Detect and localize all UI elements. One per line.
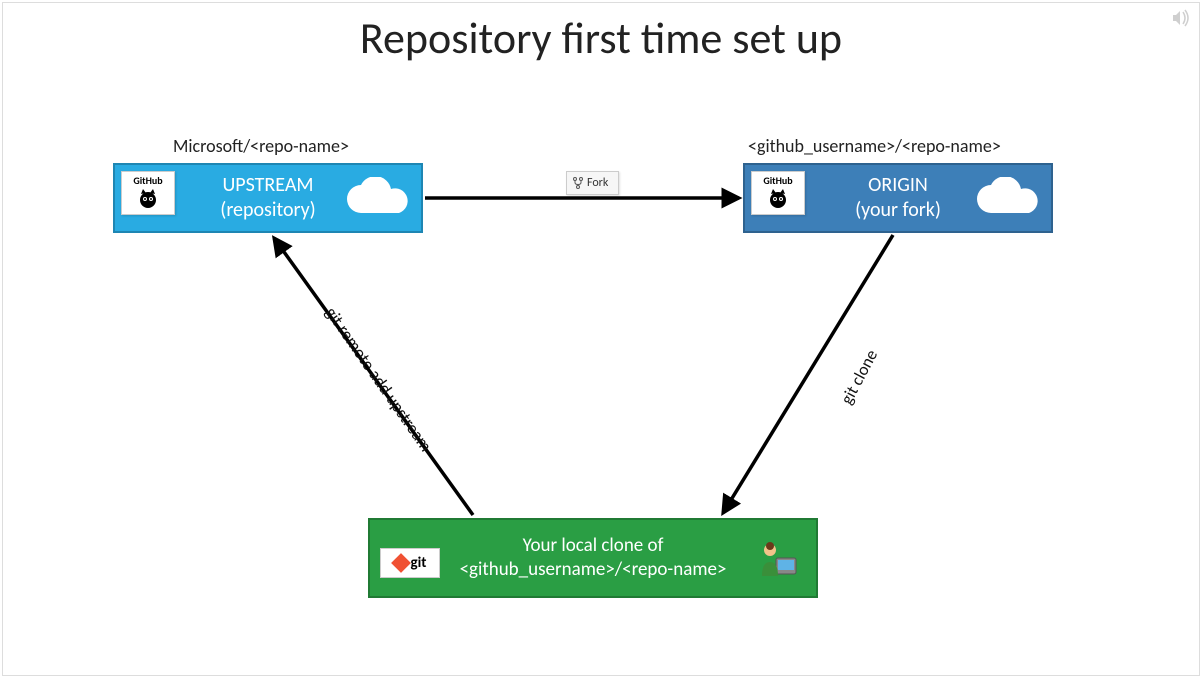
- git-badge-text: git: [411, 554, 427, 572]
- arrow-label-clone: git clone: [836, 346, 882, 408]
- octocat-icon: [133, 187, 163, 211]
- origin-path-label: <github_username>/<repo-name>: [748, 135, 1001, 157]
- upstream-path-label: Microsoft/<repo-name>: [173, 135, 349, 157]
- local-line2: <github_username>/<repo-name>: [460, 558, 727, 581]
- origin-line2: (your fork): [855, 198, 941, 222]
- fork-button[interactable]: Fork: [566, 171, 619, 195]
- arrow-label-remote-add: git remote add upstream: [321, 303, 437, 456]
- page-title: Repository first time set up: [3, 11, 1199, 65]
- github-badge-text: GitHub: [133, 174, 162, 187]
- cloud-icon: [343, 177, 409, 224]
- origin-box: GitHub ORIGIN (your fork): [743, 163, 1053, 233]
- github-badge-text: GitHub: [763, 174, 792, 187]
- slide: Repository first time set up Microsoft/<…: [2, 2, 1200, 676]
- git-logo-icon: [391, 553, 411, 573]
- fork-icon: [573, 177, 583, 189]
- user-computer-icon: [758, 540, 798, 585]
- github-badge-origin: GitHub: [751, 171, 805, 215]
- git-badge: git: [380, 548, 440, 578]
- local-text: Your local clone of <github_username>/<r…: [460, 520, 727, 582]
- upstream-line1: UPSTREAM: [222, 173, 313, 197]
- fork-button-label: Fork: [587, 176, 608, 190]
- origin-text: ORIGIN (your fork): [855, 165, 941, 223]
- octocat-icon: [763, 187, 793, 211]
- upstream-box: GitHub UPSTREAM (repository): [113, 163, 423, 233]
- origin-line1: ORIGIN: [868, 173, 928, 197]
- local-box: git Your local clone of <github_username…: [368, 518, 818, 598]
- local-line1: Your local clone of: [523, 534, 664, 557]
- upstream-line2: (repository): [220, 198, 315, 222]
- upstream-text: UPSTREAM (repository): [220, 165, 315, 223]
- cloud-icon: [973, 177, 1039, 224]
- github-badge-upstream: GitHub: [121, 171, 175, 215]
